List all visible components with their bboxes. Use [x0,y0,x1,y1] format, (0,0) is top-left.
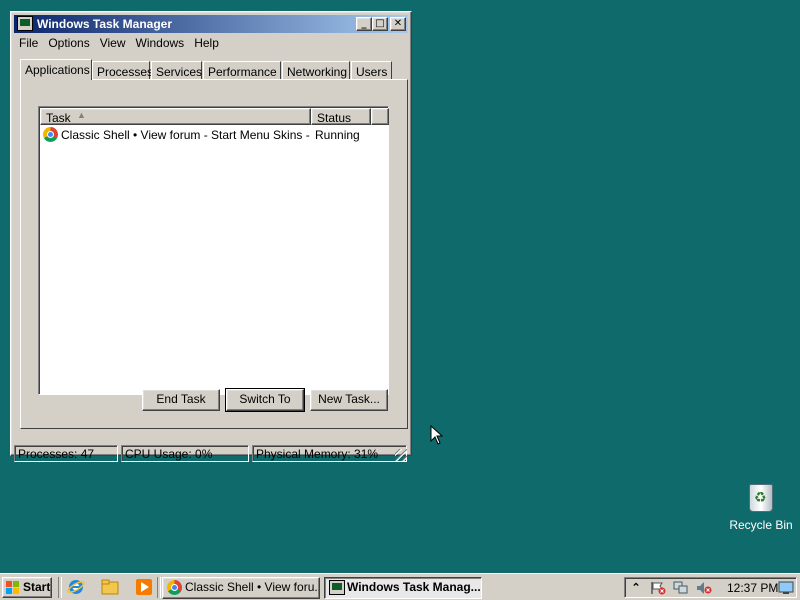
start-button[interactable]: Start [2,577,52,598]
task-name: Classic Shell • View forum - Start Menu … [61,128,311,142]
taskbar: Start Classic Shell • View foru... Windo… [0,573,800,600]
status-cpu-usage: CPU Usage: 0% [121,445,249,462]
applications-list[interactable]: Task ▲ Status Classic Shell • View forum… [38,106,389,395]
chrome-icon [43,127,58,142]
taskbar-button-label: Windows Task Manag... [347,580,481,594]
recycle-bin[interactable]: ♻ Recycle Bin [726,480,796,532]
menu-help[interactable]: Help [189,34,224,52]
resize-grip-icon[interactable] [395,449,407,461]
status-bar: Processes: 47 CPU Usage: 0% Physical Mem… [14,445,408,462]
menu-view[interactable]: View [95,34,131,52]
title-bar[interactable]: Windows Task Manager _ □ ✕ [14,15,408,33]
task-status: Running [315,128,360,142]
taskbar-button-chrome[interactable]: Classic Shell • View foru... [162,577,320,599]
show-desktop-icon[interactable] [778,581,794,595]
column-task[interactable]: Task ▲ [40,108,311,125]
show-hidden-icons-icon[interactable]: ⌃ [628,581,644,595]
media-player-icon[interactable] [135,578,153,596]
volume-muted-icon[interactable] [696,581,712,595]
tab-users[interactable]: Users [351,61,392,79]
close-button[interactable]: ✕ [390,17,406,31]
clock[interactable]: 12:37 PM [727,581,778,595]
system-tray: ⌃ 12:37 PM [624,577,797,598]
list-item[interactable]: Classic Shell • View forum - Start Menu … [42,127,387,143]
minimize-button[interactable]: _ [356,17,372,31]
menu-windows[interactable]: Windows [131,34,190,52]
status-processes: Processes: 47 [14,445,118,462]
network-icon[interactable] [673,581,689,595]
tab-services[interactable]: Services [151,61,202,79]
column-status[interactable]: Status [311,108,371,125]
taskbar-separator [157,577,161,598]
internet-explorer-icon[interactable] [67,578,85,596]
mouse-cursor-icon [430,425,444,445]
tab-networking[interactable]: Networking [282,61,350,79]
end-task-button[interactable]: End Task [142,389,220,411]
chrome-icon [167,580,182,595]
task-manager-icon [329,580,345,595]
task-manager-window: Windows Task Manager _ □ ✕ File Options Vi… [10,11,412,462]
tab-performance[interactable]: Performance [203,61,281,79]
tab-applications[interactable]: Applications [20,59,92,80]
recycle-bin-icon: ♻ [745,480,777,514]
menu-options[interactable]: Options [43,34,94,52]
sort-ascending-icon: ▲ [77,110,86,120]
window-title: Windows Task Manager [37,17,173,31]
recycle-bin-label: Recycle Bin [729,518,793,532]
taskbar-button-task-manager[interactable]: Windows Task Manag... [324,577,482,599]
new-task-button[interactable]: New Task... [310,389,388,411]
taskbar-button-label: Classic Shell • View foru... [185,580,320,594]
start-label: Start [23,580,51,594]
maximize-button[interactable]: □ [372,17,388,31]
tab-processes[interactable]: Processes [92,61,153,79]
folder-icon[interactable] [101,578,119,596]
column-status-label: Status [317,111,352,125]
windows-logo-icon [6,581,19,594]
switch-to-button[interactable]: Switch To [225,388,305,412]
menu-file[interactable]: File [14,34,43,52]
column-filler [371,108,389,125]
taskbar-separator [58,577,62,598]
menu-bar: File Options View Windows Help [14,34,408,52]
status-physical-memory: Physical Memory: 31% [252,445,407,462]
column-task-label: Task [46,111,71,125]
task-manager-icon [17,16,33,31]
action-center-flag-icon[interactable] [650,581,666,595]
list-header: Task ▲ Status [40,108,389,125]
